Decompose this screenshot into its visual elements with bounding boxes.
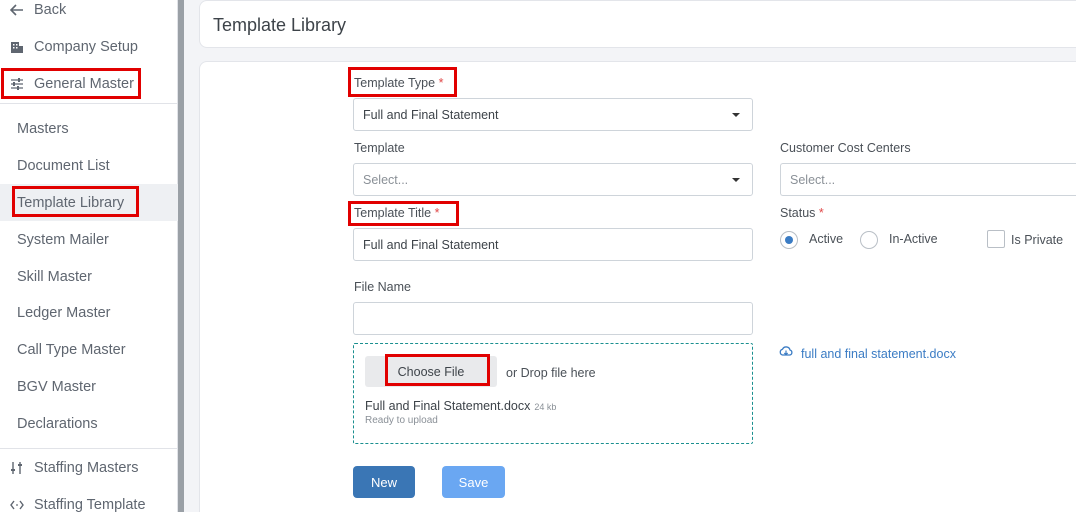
upload-status: Ready to upload xyxy=(365,415,438,426)
customer-cost-centers-label: Customer Cost Centers xyxy=(780,141,911,155)
sidebar-item-system-mailer[interactable]: System Mailer xyxy=(0,221,178,258)
sidebar-item-label: BGV Master xyxy=(17,378,96,395)
new-button[interactable]: New xyxy=(353,466,415,498)
divider xyxy=(0,103,178,104)
highlight-box xyxy=(348,67,457,97)
sidebar-item-staffing-masters[interactable]: Staffing Masters xyxy=(0,449,178,486)
sidebar: Back Company Setup General Master Master… xyxy=(0,0,178,512)
status-active-radio[interactable] xyxy=(780,231,798,249)
upload-file-name: Full and Final Statement.docx xyxy=(365,399,531,413)
sidebar-item-label: Document List xyxy=(17,157,110,174)
placeholder-text: Select... xyxy=(790,172,836,187)
sidebar-item-label: Staffing Masters xyxy=(34,459,139,476)
sidebar-item-masters[interactable]: Masters xyxy=(0,110,178,147)
sidebar-item-label: Declarations xyxy=(17,415,98,432)
is-private-label: Is Private xyxy=(1011,233,1064,247)
sidebar-item-label: System Mailer xyxy=(17,231,109,248)
sidebar-scrollbar[interactable] xyxy=(178,0,184,512)
template-type-select[interactable]: Full and Final Statement xyxy=(353,98,753,131)
highlight-box xyxy=(385,354,490,386)
sidebar-item-document-list[interactable]: Document List xyxy=(0,147,178,184)
sidebar-item-label: Staffing Template xyxy=(34,496,146,512)
sidebar-item-label: Call Type Master xyxy=(17,341,126,358)
customer-cost-centers-select[interactable]: Select... xyxy=(780,163,1076,196)
selected-value: Full and Final Statement xyxy=(363,107,499,122)
highlight-box xyxy=(12,186,139,217)
caret-down-icon xyxy=(732,113,740,117)
sidebar-item-label: Ledger Master xyxy=(17,304,111,321)
file-name-label: File Name xyxy=(354,280,411,294)
link-text: full and final statement.docx xyxy=(801,346,956,361)
code-icon xyxy=(0,499,34,511)
page-title: Template Library xyxy=(213,15,347,35)
label-text: Status xyxy=(780,206,816,220)
cloud-download-icon xyxy=(779,346,793,361)
sidebar-item-declarations[interactable]: Declarations xyxy=(0,405,178,442)
file-name-input[interactable] xyxy=(353,302,753,335)
arrow-left-icon xyxy=(0,3,34,16)
upload-file-entry: Full and Final Statement.docx 24 kb xyxy=(365,399,556,413)
drop-hint: or Drop file here xyxy=(506,366,596,380)
highlight-box xyxy=(1,68,141,99)
placeholder-text: Select... xyxy=(363,172,409,187)
template-title-input[interactable]: Full and Final Statement xyxy=(353,228,753,261)
save-button[interactable]: Save xyxy=(442,466,505,498)
building-icon xyxy=(0,40,34,54)
sidebar-item-ledger-master[interactable]: Ledger Master xyxy=(0,294,178,331)
required-marker: * xyxy=(818,206,824,220)
input-value: Full and Final Statement xyxy=(363,237,499,252)
back-nav-item[interactable]: Back xyxy=(0,0,178,28)
template-select[interactable]: Select... xyxy=(353,163,753,196)
status-inactive-radio[interactable] xyxy=(860,231,878,249)
upload-file-size: 24 kb xyxy=(534,402,557,412)
back-label: Back xyxy=(34,1,67,18)
sidebar-item-bgv-master[interactable]: BGV Master xyxy=(0,368,178,405)
page-header: Template Library xyxy=(199,0,1076,48)
status-active-label: Active xyxy=(809,232,844,246)
sidebar-item-call-type-master[interactable]: Call Type Master xyxy=(0,331,178,368)
template-label: Template xyxy=(354,141,405,155)
button-label: Save xyxy=(458,474,489,490)
sidebar-item-company-setup[interactable]: Company Setup xyxy=(0,28,178,65)
sidebar-item-label: Skill Master xyxy=(17,268,92,285)
existing-file-link[interactable]: full and final statement.docx xyxy=(779,346,956,361)
adjust-icon xyxy=(0,461,34,475)
button-label: New xyxy=(370,474,397,490)
caret-down-icon xyxy=(732,178,740,182)
sidebar-item-skill-master[interactable]: Skill Master xyxy=(0,258,178,295)
sidebar-item-staffing-template[interactable]: Staffing Template xyxy=(0,486,178,512)
status-inactive-label: In-Active xyxy=(889,232,938,246)
status-label: Status * xyxy=(780,206,824,220)
sidebar-item-label: Masters xyxy=(17,120,69,137)
is-private-checkbox[interactable] xyxy=(987,230,1005,248)
sidebar-item-label: Company Setup xyxy=(34,38,138,55)
highlight-box xyxy=(348,201,459,226)
